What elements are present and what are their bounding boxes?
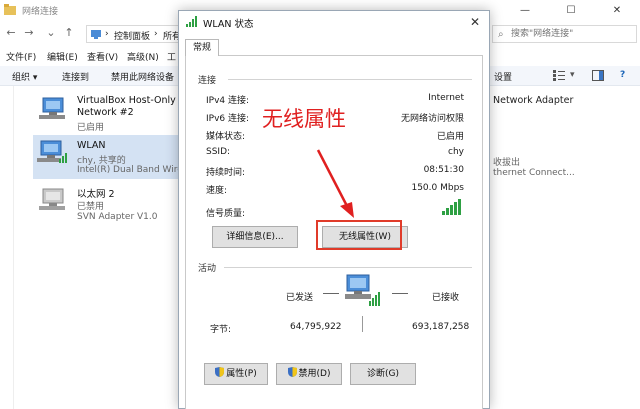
connection-name: 以太网 2: [77, 189, 115, 200]
received-dash: [392, 293, 408, 294]
network-adapter-icon: [39, 97, 65, 119]
connection-item-virtualbox[interactable]: VirtualBox Host-Only Network #2 已启用: [33, 92, 193, 138]
up-icon[interactable]: ↑: [62, 26, 76, 40]
right-connection-adapter: thernet Connect...: [493, 168, 575, 178]
ssid-value: chy: [448, 147, 464, 157]
right-connection-name: Network Adapter: [493, 95, 574, 106]
close-button[interactable]: ✕: [594, 0, 640, 20]
organize-button[interactable]: 组织 ▾: [12, 70, 37, 83]
ipv6-label: IPv6 连接:: [206, 114, 250, 124]
help-icon[interactable]: ?: [620, 70, 625, 80]
signal-quality-icon: [442, 199, 464, 215]
connection-adapter: Intel(R) Dual Band Wirel: [77, 165, 186, 175]
menu-view[interactable]: 查看(V): [87, 50, 118, 63]
connection-name: VirtualBox Host-Only: [77, 95, 176, 106]
media-state-label: 媒体状态:: [206, 132, 246, 142]
activity-section-divider: [224, 267, 472, 268]
menu-edit[interactable]: 编辑(E): [47, 50, 78, 63]
ipv4-label: IPv4 连接:: [206, 96, 250, 106]
ipv4-value: Internet: [428, 93, 464, 103]
disable-button[interactable]: 禁用(D): [276, 363, 342, 385]
duration-label: 持续时间:: [206, 168, 246, 178]
forward-icon[interactable]: →: [22, 26, 36, 40]
annotation-label: 无线属性: [262, 107, 346, 131]
connection-item-ethernet2[interactable]: 以太网 2 已禁用 SVN Adapter V1.0: [33, 183, 193, 229]
connection-name-line2: Network #2: [77, 107, 134, 118]
sent-label: 已发送: [286, 293, 314, 303]
recent-dropdown-icon[interactable]: ⌄: [44, 26, 58, 40]
connection-item-wlan[interactable]: WLAN chy, 共享的 Intel(R) Dual Band Wirel: [33, 135, 193, 179]
activity-section-label: 活动: [198, 264, 217, 274]
bytes-sent: 64,795,922: [290, 322, 342, 332]
bytes-label: 字节:: [210, 325, 232, 335]
speed-label: 速度:: [206, 186, 228, 196]
uac-shield-icon: [287, 367, 297, 377]
address-bar[interactable]: › 控制面板 › 所有: [86, 25, 186, 43]
annotation-arrow-icon: [316, 149, 354, 218]
minimize-button[interactable]: —: [502, 0, 548, 20]
dialog-close-button[interactable]: ✕: [467, 14, 483, 30]
network-folder-icon: [4, 4, 16, 15]
connection-adapter: SVN Adapter V1.0: [77, 212, 158, 222]
right-connection-status: 收拔出: [493, 158, 521, 168]
menu-file[interactable]: 文件(F): [6, 50, 36, 63]
wireless-adapter-icon: [37, 140, 67, 163]
signal-quality-label: 信号质量:: [206, 209, 246, 219]
control-panel-icon: [91, 30, 101, 39]
search-icon: ⌕: [498, 29, 504, 40]
breadcrumb-control-panel[interactable]: 控制面板: [114, 29, 150, 42]
ethernet-adapter-icon: [39, 188, 65, 210]
tab-general[interactable]: 常规: [185, 39, 219, 56]
connection-name: WLAN: [77, 140, 106, 151]
ssid-label: SSID:: [206, 147, 231, 157]
breadcrumb-separator-icon: ›: [154, 29, 158, 39]
diagnose-button[interactable]: 诊断(G): [350, 363, 416, 385]
menu-advanced[interactable]: 高级(N): [127, 50, 159, 63]
change-settings-button[interactable]: 设置: [494, 70, 512, 83]
view-options-icon[interactable]: [553, 70, 565, 81]
search-box[interactable]: ⌕: [492, 25, 637, 43]
view-dropdown-icon[interactable]: ▾: [570, 70, 575, 80]
dialog-title: WLAN 状态: [203, 19, 254, 30]
dialog-titlebar: WLAN 状态 ✕: [179, 11, 489, 33]
navigation-pane-edge: [0, 86, 14, 409]
duration-value: 08:51:30: [423, 165, 464, 175]
received-label: 已接收: [432, 293, 460, 303]
disable-device-button[interactable]: 禁用此网络设备: [111, 70, 174, 83]
menu-tools[interactable]: 工: [167, 50, 176, 63]
annotation-highlight-box: [316, 220, 402, 250]
search-input[interactable]: [511, 27, 633, 41]
media-state-value: 已启用: [436, 132, 464, 142]
sent-dash: [323, 293, 339, 294]
preview-pane-icon[interactable]: [592, 70, 604, 81]
uac-shield-icon: [215, 367, 225, 377]
properties-button[interactable]: 属性(P): [204, 363, 268, 385]
explorer-title: 网络连接: [22, 7, 59, 17]
back-icon[interactable]: ←: [4, 26, 18, 40]
maximize-button[interactable]: ☐: [548, 0, 594, 20]
properties-button-label: 属性(P): [226, 369, 257, 379]
connection-status: 已禁用: [77, 202, 105, 212]
bytes-received: 693,187,258: [412, 322, 470, 332]
disable-button-label: 禁用(D): [298, 369, 331, 379]
ipv6-value: 无网络访问权限: [400, 114, 464, 124]
speed-value: 150.0 Mbps: [411, 183, 464, 193]
signal-icon: [186, 16, 197, 27]
connection-section-label: 连接: [198, 76, 217, 86]
connect-to-button[interactable]: 连接到: [62, 70, 89, 83]
network-activity-icon: [345, 274, 380, 306]
connection-section-divider: [228, 79, 472, 80]
details-button[interactable]: 详细信息(E)...: [212, 226, 298, 248]
connection-status: 已启用: [77, 123, 105, 133]
breadcrumb-separator-icon: ›: [105, 29, 109, 39]
bytes-separator: [362, 316, 363, 332]
